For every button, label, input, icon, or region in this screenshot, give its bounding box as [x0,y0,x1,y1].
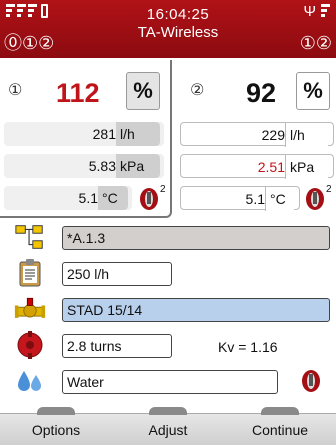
probe-2-flow-unit: l/h [285,123,329,147]
circuit-field[interactable]: *A.1.3 [62,226,330,250]
probe-1-temp-badge: 2 [160,184,166,195]
probe-2-flow-ratio: 92 [246,78,277,108]
valve-turns-field[interactable]: 2.8 turns [62,334,172,358]
probe-2-pressure-value: 2.51 [257,159,285,175]
medium-field[interactable]: Water [62,370,278,394]
handwheel-icon [14,331,46,359]
probe-1-temp-value: 5.1 [78,190,98,206]
probe-1-status-icon: ① [22,33,39,53]
probe-2-flow-row: 229 l/h [180,122,334,147]
signal-strength-icon [321,4,332,22]
valve-row[interactable]: STAD 15/14 [0,292,336,326]
probe-2-status-icon: ② [315,33,332,53]
circuit-tree-icon [14,223,46,251]
antenna-icon: Ψ [303,3,316,20]
water-drops-icon [14,367,46,395]
softkey-bar: Options Adjust Continue [0,407,336,446]
clock: 16:04:25 [146,6,210,23]
options-label: Options [31,422,81,438]
battery-icon [41,4,48,18]
softkey-tab [149,407,187,415]
probe-1-status-icon: ① [299,33,316,53]
probe-1-pressure-value: 5.83 [88,158,116,174]
probe-1-icon: ① [8,82,23,99]
probe-1-ratio-unit[interactable]: % [126,72,160,110]
probe-1-status-icon: ⓪ [4,33,22,53]
probe-2-flow-value: 229 [261,127,285,143]
connection-title: TA-Wireless [137,24,219,41]
valve-icon [14,295,46,323]
probe-1-flow-row: 281 l/h [4,122,164,146]
probe-1-pressure-row: 5.83 kPa [4,154,164,178]
design-flow-row[interactable]: 250 l/h [0,256,336,290]
probe-2-temp-badge: 2 [326,184,332,195]
probe-1-pressure-unit: kPa [116,154,160,178]
probe-2-icon: ② [190,82,205,99]
probe-2-pressure-row: 2.51 kPa [180,154,334,179]
continue-label: Continue [251,422,309,438]
probe-2-status-icon: ② [38,33,55,53]
continue-button[interactable]: Continue [224,407,336,446]
signal-strength-icon [6,4,48,22]
probe-1-temp-row: 5.1 °C [4,186,132,210]
probe-1-flow-ratio: 112 [56,78,100,108]
probe-2-panel[interactable]: ② 92 % 229 l/h 2.51 kPa 5.1 °C 2 [174,60,336,218]
kv-value: Kv = 1.16 [218,339,278,355]
probe-1-flow-value: 281 [92,126,116,142]
circuit-row[interactable]: *A.1.3 [0,220,336,254]
valve-setting-row[interactable]: 2.8 turns Kv = 1.16 [0,328,336,362]
probe-2-temp-value: 5.1 [245,191,265,207]
probe-1-flow-unit: l/h [116,122,160,146]
probe-1-temp-unit: °C [98,186,128,210]
probe-2-temp-row: 5.1 °C [180,186,300,211]
status-bar: ⓪①② 16:04:25 TA-Wireless Ψ ①② [0,0,336,58]
probe-left-indicators: ⓪①② [4,34,54,52]
design-flow-field[interactable]: 250 l/h [62,262,172,286]
probe-right-indicators: ①② [300,34,332,52]
probe-2-pressure-unit: kPa [285,155,329,179]
adjust-label: Adjust [148,422,188,438]
medium-temperature-sensor-icon [300,368,328,399]
probe-1-panel[interactable]: ① 112 % 281 l/h 5.83 kPa 5.1 °C 2 [0,60,172,218]
medium-row[interactable]: Water [0,364,336,398]
softkey-tab [37,407,75,415]
probe-2-ratio-unit[interactable]: % [296,72,330,110]
probe-2-temp-unit: °C [265,187,295,211]
valve-type-field[interactable]: STAD 15/14 [62,298,330,322]
clipboard-icon [14,259,46,287]
adjust-button[interactable]: Adjust [112,407,224,446]
softkey-tab [261,407,299,415]
options-button[interactable]: Options [0,407,112,446]
